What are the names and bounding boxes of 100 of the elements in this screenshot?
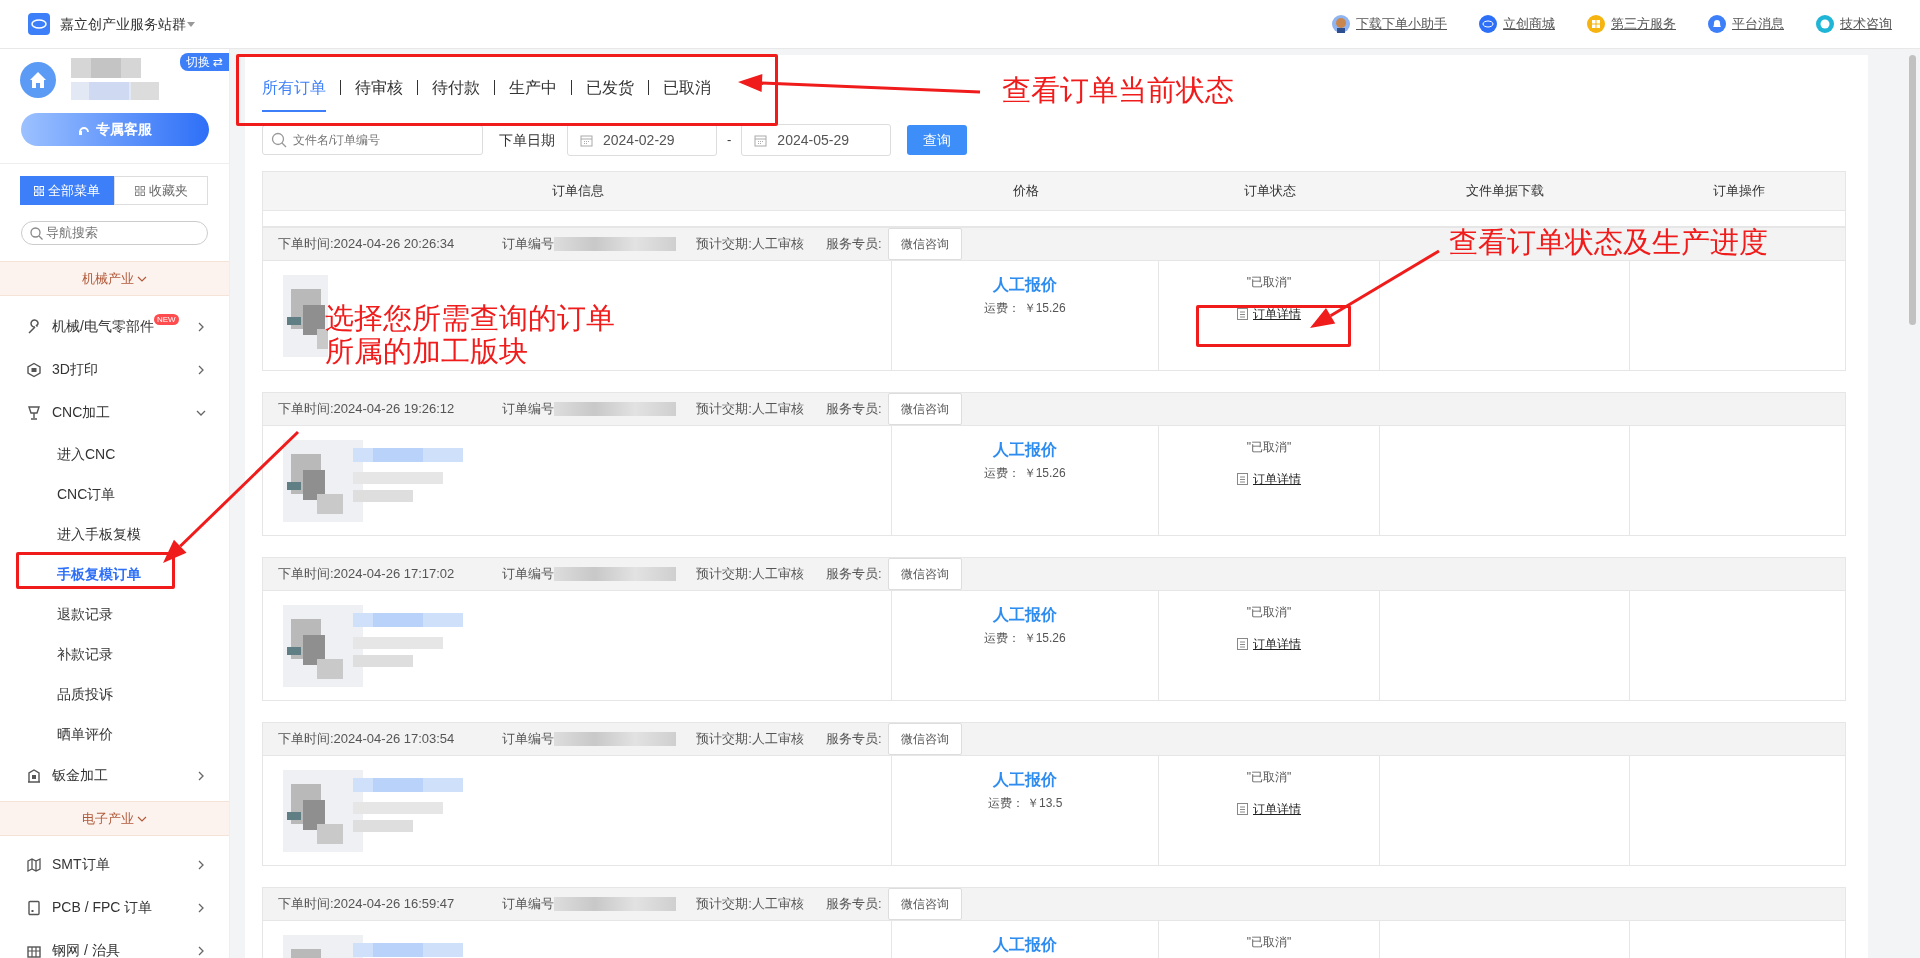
- submenu-item[interactable]: 晒单评价: [57, 723, 113, 745]
- date-field[interactable]: 2024-02-29: [567, 124, 717, 156]
- order-time: 下单时间:2024-04-26 17:17:02: [278, 565, 455, 584]
- submenu-item[interactable]: 品质投诉: [57, 683, 113, 705]
- field-label: 订单编号: [502, 400, 555, 419]
- calendar-icon: [580, 133, 593, 147]
- date-separator: -: [727, 131, 732, 150]
- status-tab[interactable]: 已取消: [663, 62, 711, 112]
- field-label: 订单编号: [502, 730, 555, 749]
- toolbar-link[interactable]: 技术咨询: [1816, 14, 1892, 34]
- submenu-item[interactable]: 进入手板复模: [57, 523, 141, 545]
- order-time: 下单时间:2024-04-26 17:03:54: [278, 730, 455, 749]
- field-label: 服务专员:: [825, 400, 882, 419]
- field-label: 服务专员:: [825, 565, 882, 584]
- grid-icon: [34, 185, 44, 196]
- order-time: 下单时间:2024-04-26 16:59:47: [278, 895, 455, 914]
- caret-icon: [186, 19, 196, 29]
- price-text: 人工报价: [993, 605, 1057, 625]
- column-header: 文件单据下载: [1465, 182, 1545, 201]
- field-label: 服务专员:: [825, 895, 882, 914]
- delivery-date: 预计交期:人工审核: [696, 730, 804, 749]
- status-tab[interactable]: 已发货: [586, 62, 634, 112]
- chevron-down-icon: [137, 274, 147, 283]
- date-field[interactable]: 2024-05-29: [741, 124, 892, 156]
- sidebar-item[interactable]: 机械/电气零部件 NEW: [0, 305, 229, 348]
- annotation-note: 选择您所需查询的订单所属的加工版块: [325, 302, 615, 369]
- grid-icon: [134, 185, 145, 196]
- field-label: 下单日期: [499, 130, 555, 150]
- section-title[interactable]: 机械产业: [82, 268, 134, 289]
- field-label: 订单编号: [502, 565, 555, 584]
- column-header: 价格: [1011, 182, 1040, 201]
- mall-icon: [1479, 15, 1497, 33]
- menu-tab[interactable]: 全部菜单: [20, 176, 114, 205]
- site-title[interactable]: 嘉立创产业服务站群: [60, 13, 186, 35]
- delivery-date: 预计交期:人工审核: [696, 235, 804, 254]
- bell-icon: [1708, 15, 1726, 33]
- switch-button[interactable]: 切换 ⇄: [179, 53, 229, 71]
- grid-icon: [1587, 15, 1605, 33]
- contact-button[interactable]: 微信咨询: [887, 723, 962, 755]
- contact-button[interactable]: 微信咨询: [887, 888, 962, 920]
- toolbar-link[interactable]: 第三方服务: [1587, 14, 1676, 34]
- delivery-date: 预计交期:人工审核: [696, 895, 804, 914]
- sidebar-item[interactable]: PCB / FPC 订单: [0, 886, 229, 929]
- shipping-fee: 运费： ￥15.26: [984, 300, 1066, 317]
- scrollbar[interactable]: [1909, 55, 1916, 325]
- contact-button[interactable]: 微信咨询: [887, 558, 962, 590]
- order-status: "已取消": [1246, 439, 1292, 456]
- annotation-note: 查看订单当前状态: [1002, 74, 1234, 108]
- order-status: "已取消": [1246, 934, 1292, 951]
- menu-tab[interactable]: 收藏夹: [114, 176, 208, 205]
- board-icon: [26, 899, 42, 916]
- chat-icon: [1816, 15, 1834, 33]
- contact-button[interactable]: 微信咨询: [887, 228, 962, 260]
- details-link[interactable]: 订单详情: [1237, 305, 1301, 323]
- field-label: 订单编号: [502, 895, 555, 914]
- status-tab[interactable]: 待付款: [432, 62, 480, 112]
- sidebar-item[interactable]: 钣金加工: [0, 754, 229, 797]
- shipping-fee: 运费： ￥15.26: [984, 630, 1066, 647]
- cup-icon: [26, 404, 42, 421]
- submenu-item[interactable]: 补款记录: [57, 643, 113, 665]
- logo-icon: [28, 13, 50, 35]
- search-icon: [271, 132, 287, 148]
- calendar-icon: [754, 133, 768, 147]
- toolbar-link[interactable]: 立创商城: [1479, 14, 1555, 34]
- column-header: 订单状态: [1242, 182, 1297, 201]
- details-link[interactable]: 订单详情: [1237, 470, 1301, 488]
- contact-button[interactable]: 微信咨询: [887, 393, 962, 425]
- price-text: 人工报价: [993, 935, 1057, 955]
- document-icon: [1237, 803, 1248, 815]
- status-tab[interactable]: 待审核: [355, 62, 403, 112]
- submenu-item[interactable]: 进入CNC: [57, 443, 116, 465]
- submenu-item[interactable]: CNC订单: [57, 483, 116, 505]
- details-link[interactable]: 订单详情: [1237, 635, 1301, 653]
- document-icon: [1237, 473, 1248, 485]
- status-tab[interactable]: 生产中: [509, 62, 557, 112]
- sidebar-item[interactable]: 3D打印: [0, 348, 229, 391]
- field-label: 服务专员:: [825, 235, 882, 254]
- shipping-fee: 运费： ￥13.5: [987, 795, 1063, 812]
- submenu-item[interactable]: 手板复模订单: [57, 563, 141, 585]
- order-status: "已取消": [1246, 769, 1292, 786]
- sidebar-item[interactable]: SMT订单: [0, 843, 229, 886]
- new-badge: NEW: [153, 314, 179, 325]
- status-tab[interactable]: 所有订单: [262, 62, 326, 112]
- toolbar-link[interactable]: 平台消息: [1708, 14, 1784, 34]
- sidebar-item[interactable]: CNC加工: [0, 391, 229, 434]
- toolbar-link[interactable]: 下载下单小助手: [1332, 14, 1447, 34]
- submenu-item[interactable]: 退款记录: [57, 603, 113, 625]
- wrench-icon: [26, 318, 42, 335]
- chevron-down-icon: [137, 814, 147, 823]
- delivery-date: 预计交期:人工审核: [696, 400, 804, 419]
- sidebar-item[interactable]: 钢网 / 治具: [0, 929, 229, 958]
- column-header: 订单操作: [1711, 182, 1766, 201]
- details-link[interactable]: 订单详情: [1237, 800, 1301, 818]
- annotation-note: 查看订单状态及生产进度: [1449, 226, 1768, 260]
- order-time: 下单时间:2024-04-26 20:26:34: [278, 235, 455, 254]
- price-text: 人工报价: [993, 275, 1057, 295]
- home-icon: [20, 62, 56, 98]
- search-field[interactable]: 文件名/订单编号: [262, 125, 483, 155]
- field-label: 订单编号: [502, 235, 555, 254]
- section-title[interactable]: 电子产业: [82, 808, 134, 829]
